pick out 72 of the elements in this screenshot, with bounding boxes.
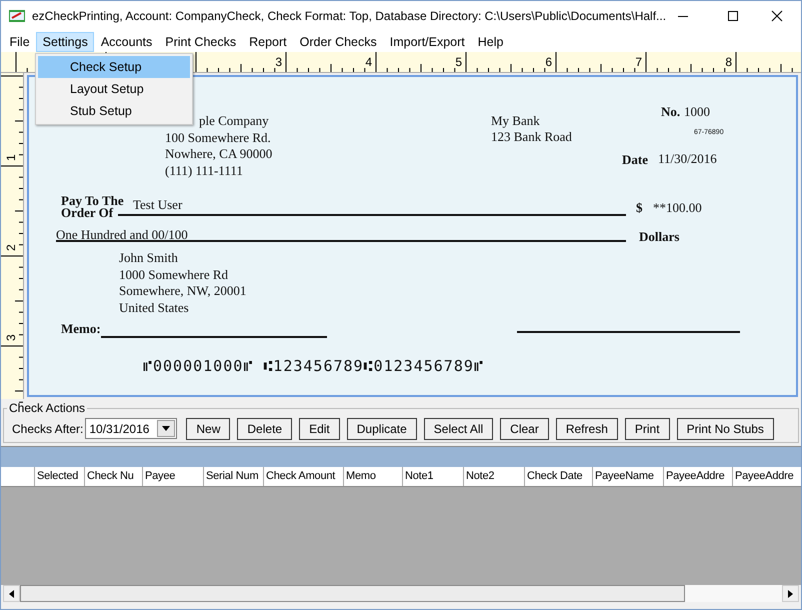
action-button[interactable]: Select All	[424, 418, 494, 440]
column-header[interactable]: Check Nu	[85, 467, 143, 486]
column-header[interactable]: PayeeAddre	[664, 467, 733, 486]
ruler-number: 6	[545, 55, 552, 69]
action-button[interactable]: Refresh	[556, 418, 618, 440]
app-icon	[9, 10, 25, 22]
column-header[interactable]: Note2	[464, 467, 525, 486]
company-address: (111) 111-1111	[165, 162, 243, 178]
ruler-number: 3	[275, 55, 282, 69]
horizontal-scrollbar[interactable]	[3, 585, 799, 602]
action-button[interactable]: Delete	[237, 418, 292, 440]
column-header[interactable]: PayeeName	[593, 467, 664, 486]
payee-address: Somewhere, NW, 20001	[119, 283, 246, 300]
amount: **100.00	[653, 200, 702, 216]
column-header[interactable]: Serial Num	[204, 467, 264, 486]
dropdown-arrow-icon	[162, 426, 170, 431]
ruler-number: 8	[725, 55, 732, 69]
menu-item[interactable]: Stub Setup	[38, 100, 190, 122]
menu-item[interactable]: Accounts	[94, 32, 159, 52]
maximize-icon[interactable]	[727, 10, 739, 22]
window-title: ezCheckPrinting, Account: CompanyCheck, Check Format: Top, Database Directory: C:\Users\Public\Documents\Half...	[32, 9, 666, 23]
action-button[interactable]: Print No Stubs	[676, 418, 774, 440]
menu-item[interactable]: Print Checks	[158, 32, 243, 52]
group-title: Check Actions	[8, 401, 86, 415]
payee-address: John Smith	[119, 250, 178, 266]
column-header[interactable]: PayeeAddre	[733, 467, 801, 486]
ruler-number: 7	[635, 55, 642, 69]
action-button[interactable]: Print	[624, 418, 670, 440]
amount-in-words: One Hundred and 00/100	[56, 227, 188, 243]
company-address: ple Company	[199, 113, 269, 129]
bank-address: 123 Bank Road	[491, 129, 572, 145]
menu-item[interactable]: Layout Setup	[38, 78, 190, 100]
column-header[interactable]: Check Date	[525, 467, 593, 486]
dollars-label: Dollars	[639, 229, 680, 245]
close-icon[interactable]	[771, 10, 783, 22]
bank-address: My Bank	[491, 113, 540, 129]
check-date: 11/30/2016	[658, 151, 717, 167]
action-button[interactable]: Clear	[500, 418, 549, 440]
check-number: 1000	[684, 104, 710, 120]
micr-line: ⑈000001000⑈ ⑆123456789⑆0123456789⑈	[143, 357, 484, 375]
payee-name: Test User	[133, 197, 182, 213]
column-header[interactable]: Check Amount	[264, 467, 344, 486]
scroll-thumb[interactable]	[20, 585, 685, 602]
dollar-sign: $	[636, 200, 642, 216]
menu-item[interactable]: Settings	[36, 32, 94, 52]
number-label: No.	[661, 104, 680, 120]
scroll-left-icon[interactable]	[9, 590, 14, 598]
memo-label: Memo:	[61, 321, 101, 337]
column-header[interactable]: Payee	[143, 467, 204, 486]
company-address: 100 Somewhere Rd.	[165, 130, 271, 146]
ruler-number: 4	[365, 55, 372, 69]
date-dropdown[interactable]: 10/31/2016	[85, 418, 178, 439]
menu-item[interactable]: Help	[471, 32, 510, 52]
column-header[interactable]: Memo	[344, 467, 403, 486]
ruler-number: 5	[455, 55, 462, 69]
menu-item[interactable]: Check Setup	[38, 56, 190, 78]
scroll-right-icon[interactable]	[788, 590, 793, 598]
action-button[interactable]: Edit	[299, 418, 340, 440]
column-header[interactable]: Selected	[35, 467, 85, 486]
menu-item[interactable]: Import/Export	[383, 32, 472, 52]
company-address: Nowhere, CA 90000	[165, 146, 272, 162]
pay-to-label: Pay To The	[61, 193, 124, 208]
checks-after-label: Checks After:	[12, 422, 84, 436]
menu-item[interactable]: Report	[242, 32, 294, 52]
action-button[interactable]: Duplicate	[346, 418, 417, 440]
payee-address: 1000 Somewhere Rd	[119, 266, 228, 283]
column-header[interactable]: Note1	[403, 467, 464, 486]
menu-item[interactable]: Order Checks	[293, 32, 384, 52]
action-button[interactable]: New	[186, 418, 230, 440]
menu-item[interactable]: File	[3, 32, 36, 52]
payee-address: United States	[119, 300, 189, 316]
date-label: Date	[622, 152, 648, 168]
